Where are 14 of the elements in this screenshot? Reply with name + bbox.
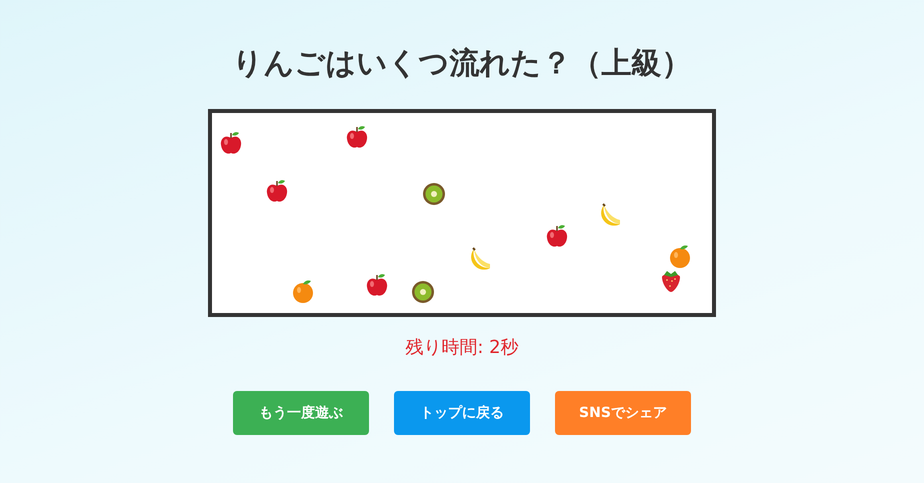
- apple-icon: [544, 223, 570, 249]
- kiwi-icon: [421, 181, 447, 207]
- citrus-icon: [290, 278, 316, 304]
- citrus-icon: [667, 243, 693, 269]
- apple-icon: [344, 124, 370, 150]
- action-button[interactable]: もう一度遊ぶ: [233, 391, 369, 435]
- action-button[interactable]: トップに戻る: [394, 391, 530, 435]
- action-button[interactable]: SNSでシェア: [555, 391, 691, 435]
- time-remaining: 残り時間: 2秒: [405, 337, 519, 359]
- apple-icon: [218, 130, 244, 156]
- page-title: りんごはいくつ流れた？（上級）: [232, 45, 692, 83]
- apple-icon: [264, 178, 290, 204]
- kiwi-icon: [410, 279, 436, 305]
- apple-icon: [364, 272, 390, 298]
